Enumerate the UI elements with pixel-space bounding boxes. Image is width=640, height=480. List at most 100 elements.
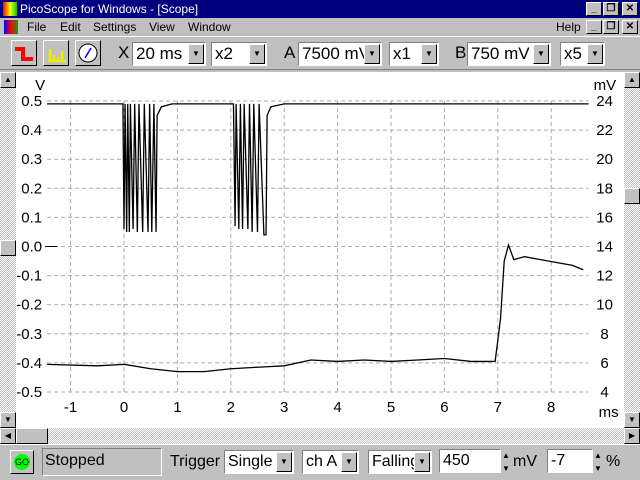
- menu-edit[interactable]: Edit: [60, 20, 81, 34]
- y-tick-label-left: 0.4: [21, 122, 42, 139]
- scroll-thumb[interactable]: [624, 188, 640, 204]
- pretrigger-spinner[interactable]: ▲ ▼: [594, 449, 604, 475]
- close-button[interactable]: ✕: [622, 2, 638, 16]
- y-tick-label-left: -0.3: [16, 326, 42, 343]
- menu-help[interactable]: Help: [556, 20, 581, 34]
- chevron-down-icon: ▼: [341, 452, 357, 472]
- pretrigger-value: -7: [551, 452, 566, 469]
- x-tick-label: 6: [440, 399, 448, 416]
- chevron-down-icon: ▼: [188, 44, 204, 64]
- trigger-mode-value: Single: [228, 453, 273, 470]
- x-label: X: [118, 43, 130, 62]
- menu-view[interactable]: View: [149, 20, 175, 34]
- y-tick-label-right: 22: [596, 122, 613, 139]
- channel-b-range-value: 750 mV: [471, 44, 530, 63]
- scroll-up-arrow[interactable]: ▲: [624, 72, 640, 88]
- scroll-thumb[interactable]: [16, 428, 48, 444]
- doc-icon: [4, 20, 18, 34]
- y-axis-label-right: mV: [594, 77, 617, 94]
- x-tick-label: 1: [173, 399, 181, 416]
- chevron-down-icon: ▼: [587, 44, 603, 64]
- channel-b-multiplier-select[interactable]: x5 ▼: [560, 42, 605, 66]
- app-icon: [3, 2, 17, 16]
- scroll-left-arrow[interactable]: ◀: [0, 428, 16, 444]
- trigger-edge-value: Falling: [372, 453, 420, 470]
- scope-chart: -1 0 1 2 3 4 5 6 7 80.50.40.30.20.10.0-0.1-0.2-0.…: [16, 77, 619, 421]
- b-label: B: [455, 43, 467, 62]
- scroll-thumb[interactable]: [0, 240, 16, 256]
- y-tick-label-right: 18: [596, 180, 613, 197]
- time-scrollbar[interactable]: ◀ ▶: [0, 428, 640, 444]
- timebase-select[interactable]: 20 ms ▼: [132, 42, 206, 66]
- menu-file[interactable]: File: [27, 20, 46, 34]
- doc-minimize-button[interactable]: _: [586, 20, 602, 34]
- x-multiplier-select[interactable]: x2 ▼: [211, 42, 267, 66]
- chevron-down-icon: ▼: [249, 44, 265, 64]
- spectrum-icon: [48, 49, 66, 63]
- y-tick-label-left: 0.0: [21, 239, 42, 256]
- y-tick-label-left: 0.2: [21, 180, 42, 197]
- scroll-up-arrow[interactable]: ▲: [0, 72, 16, 88]
- x-axis-label: ms: [599, 404, 619, 421]
- channel-a-range-select[interactable]: 7500 mV ▼: [298, 42, 382, 66]
- meter-icon: [78, 43, 98, 63]
- pretrigger-input[interactable]: -7: [547, 449, 593, 473]
- restore-button[interactable]: ❐: [603, 2, 619, 16]
- go-button[interactable]: GO: [10, 450, 34, 474]
- trigger-threshold-input[interactable]: 450: [439, 449, 501, 473]
- channel-a-multiplier-select[interactable]: x1 ▼: [389, 42, 439, 66]
- y-tick-label-right: 16: [596, 209, 613, 226]
- scroll-down-arrow[interactable]: ▼: [624, 412, 640, 428]
- trigger-label: Trigger: [170, 453, 221, 470]
- y-tick-label-right: 20: [596, 151, 613, 168]
- x-tick-label: 4: [333, 399, 341, 416]
- waveform-icon: [15, 47, 33, 61]
- go-label: GO: [14, 454, 30, 470]
- threshold-value: 450: [443, 452, 470, 469]
- y-tick-label-left: -0.1: [16, 268, 42, 285]
- y-tick-label-right: 10: [596, 297, 613, 314]
- menu-window[interactable]: Window: [188, 20, 231, 34]
- trigger-channel-value: ch A: [306, 453, 338, 470]
- y-tick-label-left: 0.3: [21, 151, 42, 168]
- y-tick-label-left: 0.1: [21, 209, 42, 226]
- scope-plot: -1 0 1 2 3 4 5 6 7 8 0.5 0.4 0.3 0.2 0.1 0.0 -0.1 -0.2 -0.…: [16, 72, 624, 428]
- x-tick-label: -1: [64, 399, 77, 416]
- channel-b-offset-scrollbar[interactable]: ▲ ▼: [624, 72, 640, 428]
- chevron-down-icon: ▼: [364, 44, 380, 64]
- channel-a-trace: [47, 103, 589, 236]
- channel-a-range-value: 7500 mV: [302, 44, 371, 63]
- y-tick-label-right: 12: [596, 268, 613, 285]
- channel-a-multiplier-value: x1: [393, 44, 411, 63]
- scroll-down-arrow[interactable]: ▼: [0, 412, 16, 428]
- trigger-mode-select[interactable]: Single ▼: [224, 450, 294, 474]
- scope-mode-button[interactable]: [11, 40, 37, 66]
- chevron-down-icon: ▼: [276, 452, 292, 472]
- menu-bar: File Edit Settings View Window Help _ ❐ …: [0, 18, 640, 36]
- spectrum-mode-button[interactable]: [43, 40, 69, 66]
- menu-settings[interactable]: Settings: [93, 20, 136, 34]
- y-tick-label-right: 8: [600, 326, 608, 343]
- trigger-edge-select[interactable]: Falling ▼: [368, 450, 432, 474]
- y-tick-label-right: 4: [600, 384, 608, 401]
- channel-a-offset-scrollbar[interactable]: ▲ ▼: [0, 72, 16, 428]
- channel-b-range-select[interactable]: 750 mV ▼: [467, 42, 551, 66]
- y-tick-label-left: -0.2: [16, 297, 42, 314]
- chevron-down-icon: ▼: [533, 44, 549, 64]
- threshold-spinner[interactable]: ▲ ▼: [502, 449, 512, 475]
- trigger-channel-select[interactable]: ch A ▼: [302, 450, 359, 474]
- doc-restore-button[interactable]: ❐: [603, 20, 619, 34]
- doc-close-button[interactable]: ✕: [622, 20, 638, 34]
- channel-b-trace: [47, 242, 584, 373]
- minimize-button[interactable]: _: [586, 2, 602, 16]
- run-state: Stopped: [42, 448, 162, 476]
- y-tick-label-right: 6: [600, 355, 608, 372]
- title-bar: PicoScope for Windows - [Scope] _ ❐ ✕: [0, 0, 640, 18]
- x-multiplier-value: x2: [215, 44, 233, 63]
- window-title: PicoScope for Windows - [Scope]: [20, 2, 199, 16]
- scroll-right-arrow[interactable]: ▶: [624, 428, 640, 444]
- chevron-down-icon: ▼: [421, 44, 437, 64]
- x-tick-label: 3: [280, 399, 288, 416]
- pretrigger-unit: %: [606, 453, 621, 470]
- meter-mode-button[interactable]: [75, 40, 101, 66]
